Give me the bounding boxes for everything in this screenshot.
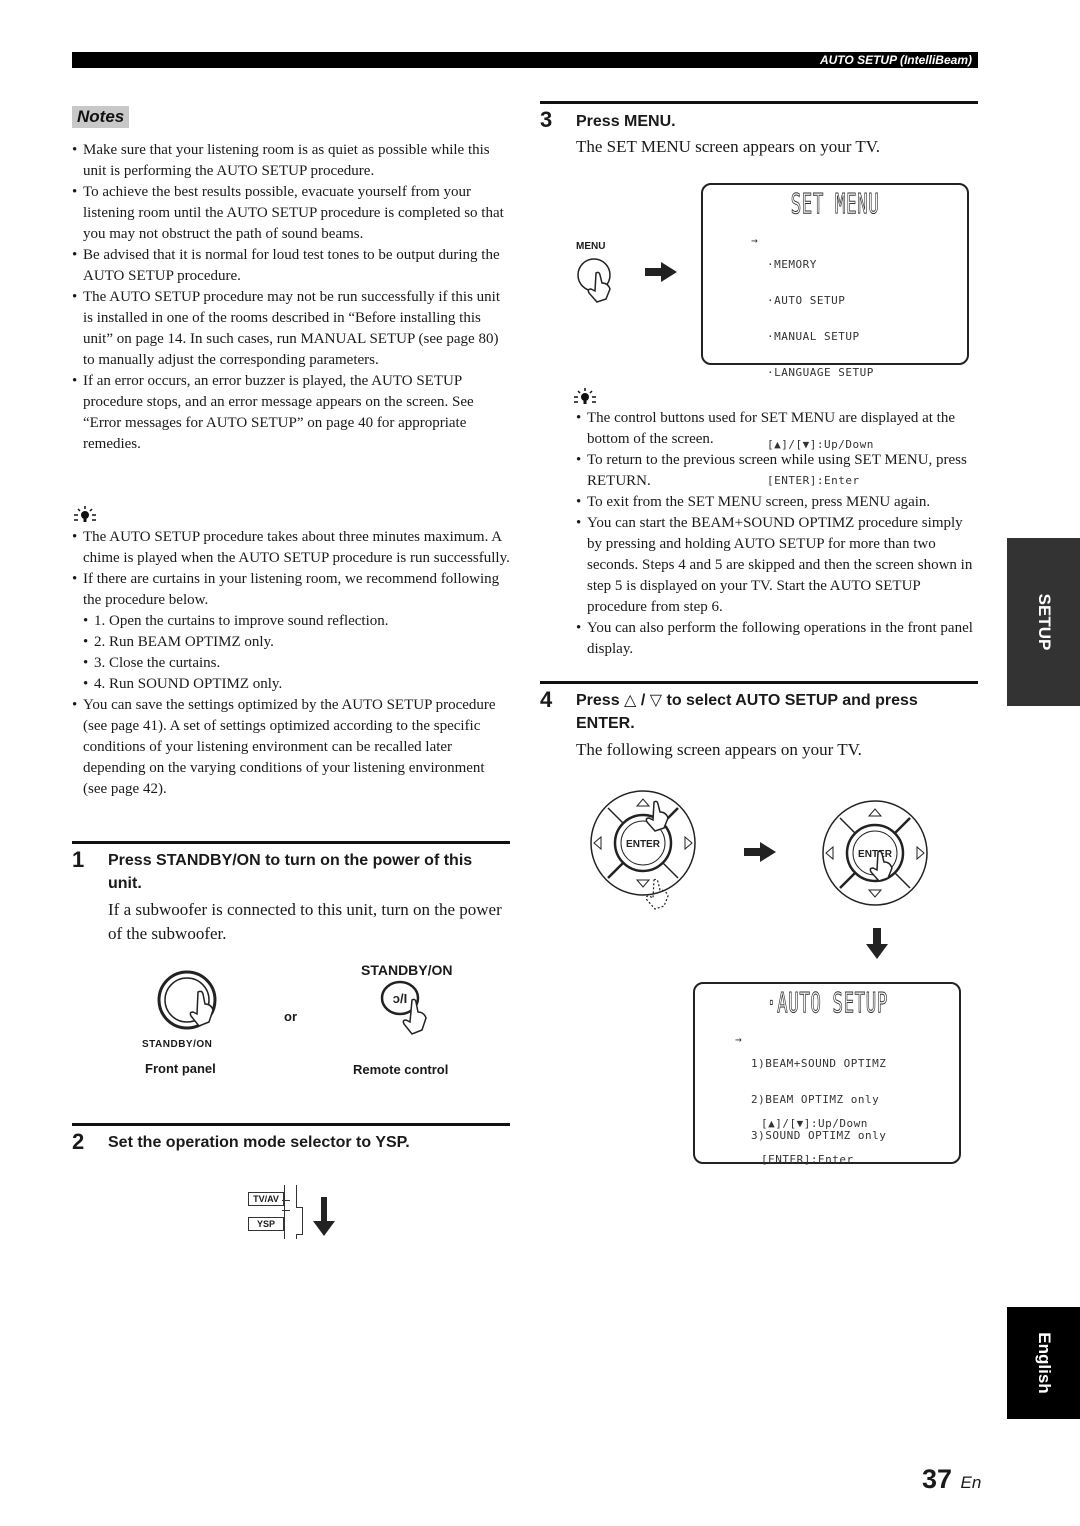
selector-switch-knob[interactable]	[296, 1207, 303, 1235]
svg-text:ↄ/I: ↄ/I	[393, 991, 407, 1006]
tip-item: You can save the settings optimized by t…	[72, 695, 510, 800]
procedure-step: 1. Open the curtains to improve sound re…	[83, 611, 510, 632]
side-tab-english[interactable]: English	[1007, 1307, 1080, 1419]
tips-right-list: The control buttons used for SET MENU ar…	[576, 408, 978, 660]
tip-item: If there are curtains in your listening …	[72, 569, 510, 695]
note-item: To achieve the best results possible, ev…	[72, 182, 510, 245]
section-header-bar: AUTO SETUP (IntelliBeam)	[72, 52, 978, 68]
menu-item-memory[interactable]: ·MEMORY	[767, 259, 874, 271]
menu-button-press-illustration	[577, 258, 611, 303]
step1-number: 1	[72, 847, 85, 872]
auto-setup-screen-title: ·AUTO SETUP	[766, 986, 888, 1020]
option-beam-sound-optimz[interactable]: 1)BEAM+SOUND OPTIMZ	[751, 1058, 886, 1070]
selector-option-ysp: YSP	[248, 1217, 284, 1231]
auto-setup-tv-screen: ·AUTO SETUP → 1)BEAM+SOUND OPTIMZ 2)BEAM…	[693, 982, 961, 1166]
front-panel-caption: Front panel	[145, 1061, 216, 1076]
step3-body: The SET MENU screen appears on your TV.	[576, 137, 881, 156]
set-menu-tv-screen: SET MENU → ·MEMORY ·AUTO SETUP ·MANUAL S…	[701, 183, 969, 487]
procedure-step: 4. Run SOUND OPTIMZ only.	[83, 674, 510, 695]
selector-tick	[282, 1200, 290, 1201]
note-item: Be advised that it is normal for loud te…	[72, 245, 510, 287]
tip-item: The AUTO SETUP procedure takes about thr…	[72, 527, 510, 569]
selector-track-line	[284, 1185, 285, 1239]
remote-dpad-up-press-illustration: ENTER	[590, 790, 696, 910]
step3-divider	[540, 101, 978, 104]
note-item: Make sure that your listening room is as…	[72, 140, 510, 182]
step2-divider	[72, 1123, 510, 1126]
tip-item-text: If there are curtains in your listening …	[83, 571, 500, 608]
menu-item-manual-setup[interactable]: ·MANUAL SETUP	[767, 331, 874, 343]
procedure-step: 2. Run BEAM OPTIMZ only.	[83, 632, 510, 653]
step1-body: If a subwoofer is connected to this unit…	[108, 900, 502, 943]
side-tab-setup[interactable]: SETUP	[1007, 538, 1080, 706]
front-panel-standby-button-illustration	[157, 970, 217, 1030]
right-arrow-icon	[744, 842, 776, 862]
notes-label: Notes	[72, 106, 130, 128]
note-item: The AUTO SETUP procedure may not be run …	[72, 287, 510, 371]
tips-left: The AUTO SETUP procedure takes about thr…	[72, 527, 510, 800]
operation-mode-selector: TV/AV YSP	[248, 1185, 348, 1240]
curtain-procedure-list: 1. Open the curtains to improve sound re…	[83, 611, 510, 695]
down-arrow-icon	[866, 928, 888, 959]
step3-number: 3	[540, 107, 553, 132]
right-arrow-icon	[645, 262, 677, 282]
page-footer: 37 En	[922, 1464, 981, 1495]
remote-button-label: STANDBY/ON	[361, 962, 453, 978]
front-panel-button-label: STANDBY/ON	[142, 1039, 213, 1050]
page-number: 37	[922, 1464, 953, 1494]
step4-divider	[540, 681, 978, 684]
tip-item: To exit from the SET MENU screen, press …	[576, 492, 978, 513]
lightbulb-tip-icon	[74, 506, 96, 522]
hint-enter: [ENTER]:Enter	[761, 1153, 854, 1166]
remote-control-caption: Remote control	[353, 1062, 449, 1077]
step1-divider	[72, 841, 510, 844]
menu-item-auto-setup[interactable]: ·AUTO SETUP	[767, 295, 874, 307]
notes-list: Make sure that your listening room is as…	[72, 140, 510, 455]
up-triangle-icon: △	[624, 692, 637, 709]
tip-item: You can start the BEAM+SOUND OPTIMZ proc…	[576, 513, 978, 618]
menu-cursor-arrow: →	[751, 234, 759, 247]
lightbulb-tip-icon	[574, 388, 596, 404]
enter-button-label: ENTER	[626, 839, 661, 850]
down-arrow-icon	[313, 1197, 335, 1236]
down-triangle-icon: ▽	[649, 692, 663, 709]
selector-tick	[282, 1210, 290, 1211]
procedure-step: 3. Close the curtains.	[83, 653, 510, 674]
step1-heading: Press STANDBY/ON to turn on the power of…	[108, 852, 473, 892]
note-item: If an error occurs, an error buzzer is p…	[72, 371, 510, 455]
step2-heading: Set the operation mode selector to YSP.	[108, 1134, 410, 1151]
menu-item-language-setup[interactable]: ·LANGUAGE SETUP	[767, 367, 874, 379]
menu-button-label: MENU	[576, 241, 606, 252]
step4-heading-sep: /	[640, 692, 646, 709]
tips-left-list: The AUTO SETUP procedure takes about thr…	[72, 527, 510, 800]
selector-option-tv-av: TV/AV	[248, 1192, 284, 1206]
step4-body: The following screen appears on your TV.	[576, 740, 862, 759]
side-tab-english-label: English	[1034, 1332, 1054, 1394]
step4-heading: Press △ / ▽ to select AUTO SETUP and pre…	[576, 689, 956, 735]
tip-item: To return to the previous screen while u…	[576, 450, 978, 492]
step4-number: 4	[540, 687, 553, 712]
tip-item: You can also perform the following opera…	[576, 618, 978, 660]
remote-dpad-enter-press-illustration: ENTER	[822, 800, 928, 906]
section-title: AUTO SETUP (IntelliBeam)	[819, 53, 972, 67]
step2-number: 2	[72, 1129, 85, 1154]
or-label: or	[284, 1009, 297, 1024]
side-tab-setup-label: SETUP	[1034, 593, 1054, 651]
hint-up-down: [▲]/[▼]:Up/Down	[761, 1117, 868, 1130]
remote-standby-button-illustration: ↄ/I	[380, 980, 427, 1035]
auto-setup-hints: [▲]/[▼]:Up/Down [ENTER]:Enter	[761, 1094, 868, 1190]
enter-button-label: ENTER	[858, 849, 893, 860]
step4-heading-pre: Press	[576, 692, 620, 709]
step3-heading: Press MENU.	[576, 113, 676, 130]
page-language-suffix: En	[960, 1473, 982, 1492]
tip-item: The control buttons used for SET MENU ar…	[576, 408, 978, 450]
menu-cursor-arrow: →	[735, 1033, 743, 1046]
set-menu-screen-title: SET MENU	[790, 187, 880, 221]
